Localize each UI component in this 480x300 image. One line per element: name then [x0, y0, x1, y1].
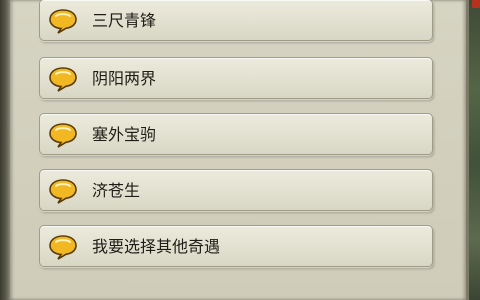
dialog-option-1[interactable]: 三尺青锋 [39, 0, 433, 41]
dialog-option-label: 阴阳两界 [92, 69, 157, 88]
speech-bubble-icon [48, 8, 78, 34]
speech-bubble-icon [48, 234, 78, 260]
dialog-option-5[interactable]: 我要选择其他奇遇 [39, 225, 433, 267]
dialog-frame-right [466, 0, 480, 300]
red-marker-icon [472, 0, 480, 8]
dialog-option-label: 三尺青锋 [92, 11, 157, 30]
speech-bubble-icon [48, 122, 78, 148]
game-dialog-screen: 三尺青锋 阴阳两界 塞外宝驹 济苍生 我要选择其他奇遇 [0, 0, 480, 300]
dialog-option-3[interactable]: 塞外宝驹 [39, 113, 433, 155]
dialog-option-4[interactable]: 济苍生 [39, 169, 433, 211]
dialog-option-2[interactable]: 阴阳两界 [39, 57, 433, 99]
dialog-option-label: 塞外宝驹 [92, 125, 157, 144]
dialog-panel: 三尺青锋 阴阳两界 塞外宝驹 济苍生 我要选择其他奇遇 [10, 0, 466, 300]
speech-bubble-icon [48, 66, 78, 92]
speech-bubble-icon [48, 178, 78, 204]
dialog-option-label: 我要选择其他奇遇 [92, 237, 221, 256]
dialog-frame-left [0, 0, 10, 300]
dialog-option-label: 济苍生 [92, 181, 141, 200]
